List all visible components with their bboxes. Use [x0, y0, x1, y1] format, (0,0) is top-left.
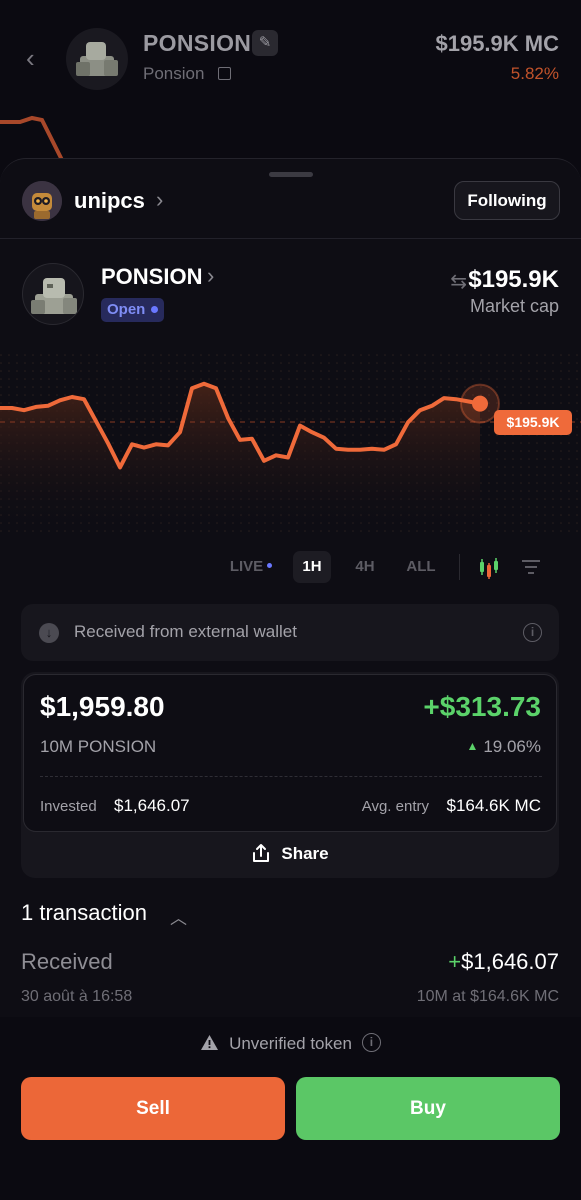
transaction-amount: +$1,646.07: [448, 949, 559, 975]
chevron-right-icon: ›: [207, 263, 215, 288]
triangle-up-icon: ▲: [466, 739, 479, 753]
buy-button[interactable]: Buy: [296, 1077, 560, 1140]
current-price-pill: $195.9K: [494, 410, 572, 435]
share-icon: [253, 843, 270, 862]
avg-entry-label: Avg. entry: [361, 798, 429, 815]
holding-pnl: +$313.73: [423, 691, 541, 722]
background-change-pct: 5.82%: [510, 64, 559, 83]
range-4h-tab[interactable]: 4H: [348, 551, 382, 583]
market-cap-value: $195.9K: [468, 266, 559, 293]
token-detail-sheet: unipcs › Following PONSION › Open ⇆ $195…: [0, 158, 581, 1200]
holding-pnl-pct-value: 19.06%: [483, 737, 541, 756]
unverified-warning: Unverified token i: [0, 1033, 581, 1054]
notice-text: Received from external wallet: [74, 622, 297, 641]
unverified-warning-text: Unverified token: [229, 1034, 352, 1053]
range-live-tab[interactable]: LIVE: [226, 551, 276, 583]
download-arrow-icon: ↓: [39, 623, 59, 643]
range-all-tab[interactable]: ALL: [403, 551, 439, 583]
background-token-header: ‹ PONSION ✎ Ponsion $195.9K MC 5.82%: [0, 0, 581, 170]
back-chevron-icon[interactable]: ‹: [26, 44, 48, 72]
background-token-subtitle: Ponsion: [143, 64, 205, 83]
sell-button[interactable]: Sell: [21, 1077, 285, 1140]
info-icon[interactable]: i: [523, 623, 542, 642]
holding-divider: [40, 776, 542, 777]
range-1h-tab[interactable]: 1H: [293, 551, 331, 583]
status-dot-icon: [151, 305, 159, 313]
creator-row[interactable]: unipcs › Following: [0, 181, 581, 239]
creator-name[interactable]: unipcs: [74, 188, 145, 214]
status-badge: Open: [101, 298, 165, 322]
current-price-dot: [472, 395, 488, 412]
token-name[interactable]: PONSION: [101, 264, 202, 290]
invested-label: Invested: [40, 798, 97, 815]
warning-triangle-icon: [201, 1035, 219, 1051]
share-label: Share: [281, 844, 329, 863]
copy-icon[interactable]: [218, 67, 231, 80]
range-live-label: LIVE: [229, 558, 264, 575]
range-divider: [459, 554, 460, 580]
token-avatar: [22, 263, 84, 325]
transaction-detail: 10M at $164.6K MC: [416, 988, 559, 1005]
transaction-date: 30 août à 16:58: [21, 988, 133, 1005]
holding-card: $1,959.80 +$313.73 10M PONSION ▲ 19.06% I…: [23, 674, 557, 832]
avg-entry-value: $164.6K MC: [446, 796, 542, 815]
live-dot-icon: [267, 562, 273, 568]
chevron-up-icon[interactable]: ︿: [170, 904, 187, 929]
edit-pen-icon[interactable]: ✎: [252, 30, 278, 56]
market-cap-label: Market cap: [469, 296, 559, 316]
following-button[interactable]: Following: [454, 181, 560, 220]
holding-pnl-pct: ▲ 19.06%: [466, 737, 541, 757]
creator-avatar[interactable]: [22, 181, 62, 221]
share-button[interactable]: Share: [21, 832, 559, 876]
info-icon[interactable]: i: [361, 1033, 381, 1053]
trade-footer: Unverified token i Sell Buy: [0, 1017, 581, 1200]
sheet-grabber[interactable]: [269, 172, 313, 177]
invested-value: $1,646.07: [114, 796, 190, 815]
chevron-right-icon: ›: [156, 187, 164, 212]
status-badge-label: Open: [107, 301, 146, 318]
candlestick-icon[interactable]: [478, 557, 500, 579]
filter-icon[interactable]: [522, 559, 540, 575]
background-market-cap: $195.9K MC: [435, 31, 559, 56]
price-chart[interactable]: [0, 354, 581, 534]
token-avatar-background: [66, 28, 128, 90]
transaction-amount-sign: +: [448, 949, 462, 974]
transaction-amount-value: $1,646.07: [461, 949, 559, 974]
holding-value: $1,959.80: [40, 691, 165, 722]
transaction-type: Received: [21, 949, 113, 974]
holding-quantity: 10M PONSION: [40, 737, 157, 756]
transactions-header[interactable]: 1 transaction: [21, 900, 147, 926]
background-token-title: PONSION: [143, 30, 252, 56]
time-range-selector: LIVE 1H 4H ALL: [0, 551, 581, 585]
external-wallet-notice: ↓ Received from external wallet i: [21, 604, 559, 661]
swap-arrows-icon[interactable]: ⇆: [450, 269, 467, 294]
